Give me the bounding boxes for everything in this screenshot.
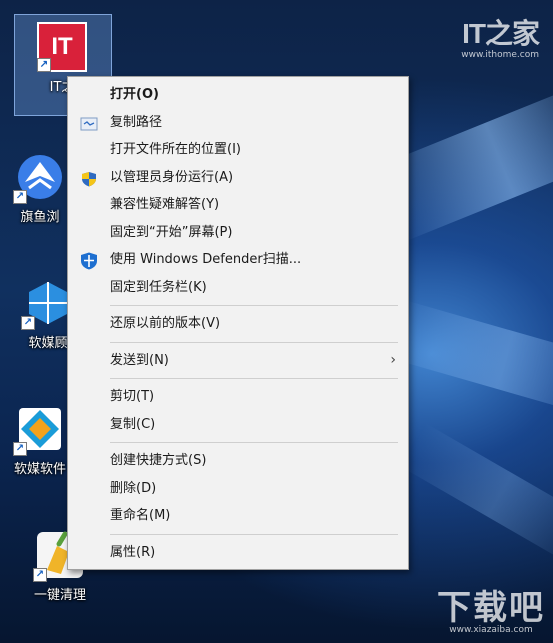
copy-path-icon [80,115,98,131]
shortcut-arrow-icon: ↗ [13,190,27,204]
ithome-watermark: IT之家 www.ithome.com [461,12,540,60]
menu-item-send-to[interactable]: 发送到(N) › [68,347,408,375]
shortcut-arrow-icon: ↗ [21,316,35,330]
menu-item-pin-to-start[interactable]: 固定到“开始”屏幕(P) [68,219,408,247]
menu-item-copy-path[interactable]: 复制路径 [68,109,408,137]
menu-item-run-as-admin[interactable]: 以管理员身份运行(A) [68,164,408,192]
menu-item-defender-scan[interactable]: 使用 Windows Defender扫描... [68,246,408,274]
menu-item-create-shortcut[interactable]: 创建快捷方式(S) [68,447,408,475]
xiazaiba-watermark-url: www.xiazaiba.com [449,625,533,635]
menu-separator [110,378,398,379]
desktop-icon-label: 一键清理 [33,588,86,603]
menu-item-label: 兼容性疑难解答(Y) [110,197,220,212]
ruanmei-software-icon: ↗ [13,404,65,456]
ithome-tile-text: IT [51,33,73,60]
menu-separator [110,442,398,443]
ithome-watermark-url: www.ithome.com [461,50,539,60]
xiazaiba-watermark: 下载吧 www.xiazaiba.com [437,580,545,635]
submenu-chevron-right-icon: › [390,351,396,368]
menu-separator [110,305,398,306]
uac-shield-icon [80,170,98,186]
ruanmei-cube-icon: ↗ [21,278,73,330]
menu-item-copy[interactable]: 复制(C) [68,411,408,439]
windows-defender-icon [80,252,98,270]
menu-item-label: 删除(D) [110,480,157,496]
ithome-app-icon: IT ↗ [37,22,87,72]
menu-item-label: 打开(O) [110,87,159,102]
menu-item-label: 创建快捷方式(S) [110,453,207,468]
shortcut-arrow-icon: ↗ [33,568,47,582]
shortcut-arrow-icon: ↗ [13,442,27,456]
menu-item-label: 使用 Windows Defender扫描... [110,252,302,267]
menu-item-open-file-location[interactable]: 打开文件所在的位置(I) [68,136,408,164]
menu-separator [110,533,398,535]
shortcut-arrow-icon: ↗ [37,58,51,72]
menu-item-rename[interactable]: 重命名(M) [68,502,408,530]
ithome-watermark-logo: IT之家 [462,18,540,49]
menu-item-open[interactable]: 打开(O) [68,81,408,109]
menu-item-label: 以管理员身份运行(A) [110,169,234,185]
menu-item-label: 重命名(M) [110,508,171,523]
menu-separator [110,341,398,343]
context-menu: 打开(O) 复制路径 打开文件所在的位置(I) 以管理员身份运行(A) 兼容性疑… [67,76,409,570]
menu-item-label: 固定到任务栏(K) [110,279,207,295]
menu-item-properties[interactable]: 属性(R) [68,539,408,567]
menu-item-label: 固定到“开始”屏幕(P) [110,224,233,240]
menu-item-pin-to-taskbar[interactable]: 固定到任务栏(K) [68,274,408,302]
menu-item-restore-previous-versions[interactable]: 还原以前的版本(V) [68,310,408,338]
menu-item-label: 还原以前的版本(V) [110,316,221,331]
menu-item-label: 复制路径 [110,114,163,130]
menu-item-cut[interactable]: 剪切(T) [68,383,408,411]
xiazaiba-watermark-logo: 下载吧 [437,588,545,628]
menu-item-label: 复制(C) [110,416,156,432]
sailfish-browser-icon: ↗ [13,152,65,204]
menu-item-label: 打开文件所在的位置(I) [110,142,241,157]
menu-item-label: 发送到(N) [110,352,169,368]
menu-item-label: 剪切(T) [110,389,155,404]
menu-item-delete[interactable]: 删除(D) [68,475,408,503]
menu-item-label: 属性(R) [110,544,156,560]
menu-item-compat-troubleshoot[interactable]: 兼容性疑难解答(Y) [68,191,408,219]
